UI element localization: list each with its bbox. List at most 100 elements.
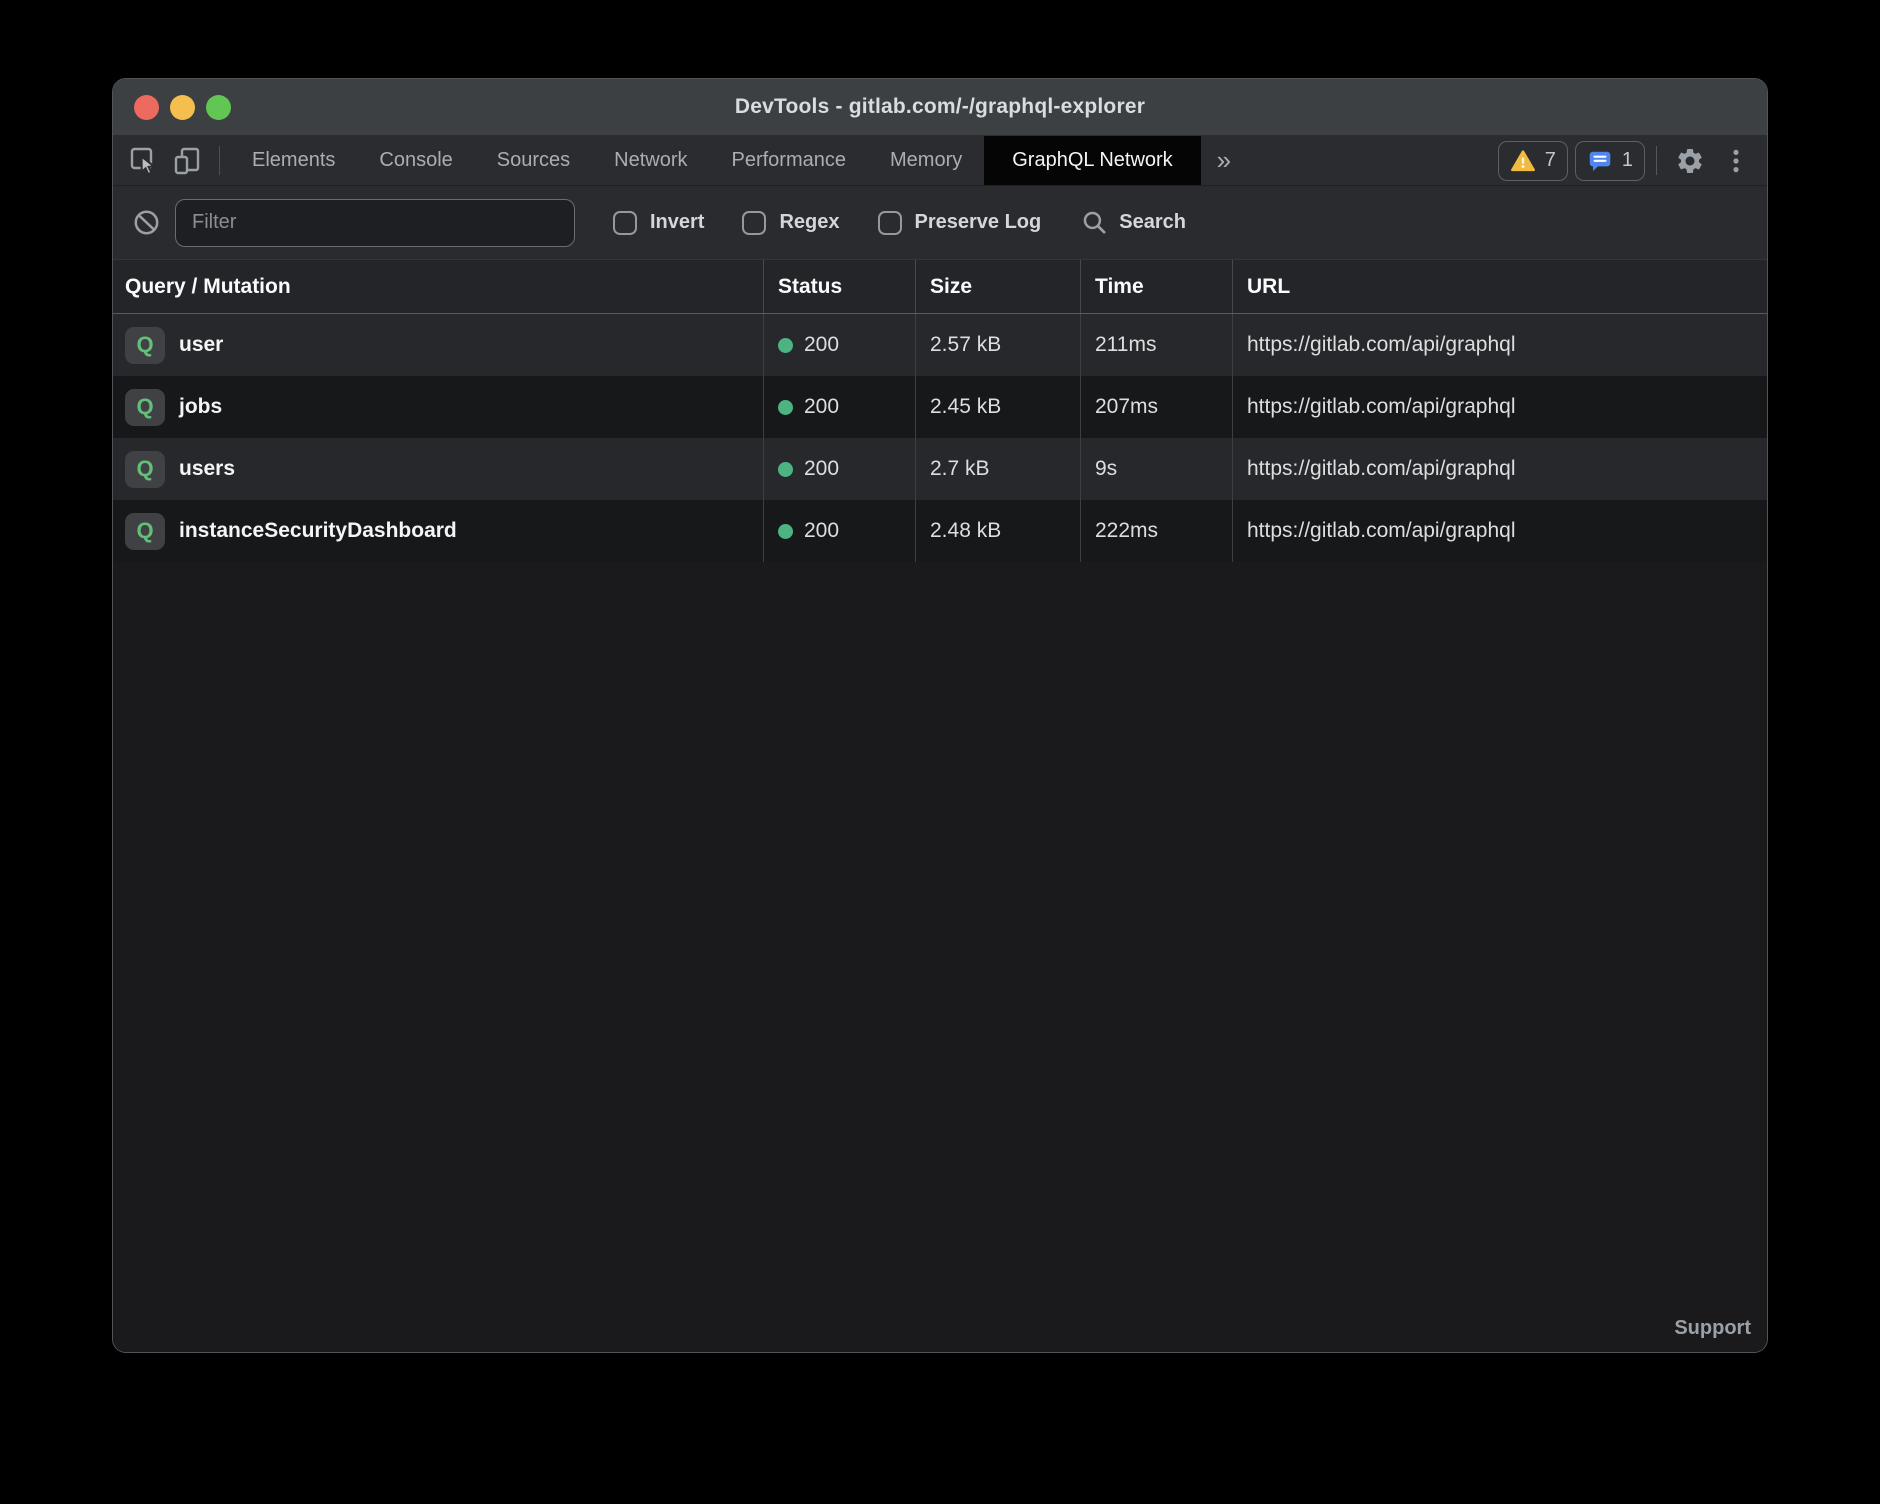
status-ok-dot <box>778 400 793 415</box>
response-time: 9s <box>1081 438 1233 500</box>
tab-performance[interactable]: Performance <box>710 136 869 185</box>
tab-console[interactable]: Console <box>357 136 474 185</box>
table-row[interactable]: Q users 200 2.7 kB 9s https://gitlab.com… <box>113 438 1767 500</box>
more-tabs-button[interactable]: » <box>1201 136 1247 185</box>
preserve-log-label[interactable]: Preserve Log <box>915 211 1042 234</box>
query-type-letter: Q <box>136 456 153 482</box>
response-size: 2.48 kB <box>916 500 1081 562</box>
warning-count: 7 <box>1545 149 1556 172</box>
settings-button[interactable] <box>1667 136 1713 185</box>
table-row[interactable]: Q user 200 2.57 kB 211ms https://gitlab.… <box>113 314 1767 376</box>
request-url: https://gitlab.com/api/graphql <box>1233 314 1767 376</box>
desktop: { "window": { "title": "DevTools - gitla… <box>0 0 1880 1504</box>
invert-filter-group: Invert <box>613 211 704 235</box>
tabbar-spacer <box>1247 136 1498 185</box>
column-header-query-mutation[interactable]: Query / Mutation <box>113 260 764 313</box>
status-code: 200 <box>804 457 839 481</box>
toolbar-divider <box>1656 146 1657 175</box>
inspect-element-button[interactable] <box>121 136 165 185</box>
status-ok-dot <box>778 338 793 353</box>
more-options-button[interactable] <box>1713 136 1759 185</box>
query-type-badge: Q <box>125 327 165 364</box>
issues-badge[interactable]: 1 <box>1575 141 1645 181</box>
response-size: 2.57 kB <box>916 314 1081 376</box>
status-cell: 200 <box>764 376 916 438</box>
query-type-badge: Q <box>125 389 165 426</box>
query-type-letter: Q <box>136 394 153 420</box>
request-url: https://gitlab.com/api/graphql <box>1233 376 1767 438</box>
warning-triangle-icon <box>1510 148 1536 174</box>
regex-label[interactable]: Regex <box>779 211 839 234</box>
kebab-menu-icon <box>1723 147 1749 175</box>
close-button[interactable] <box>134 95 159 120</box>
search-label: Search <box>1119 211 1186 234</box>
query-type-badge: Q <box>125 513 165 550</box>
status-cell: 200 <box>764 438 916 500</box>
search-button[interactable]: Search <box>1081 209 1186 236</box>
query-name-cell: Q user <box>113 314 764 376</box>
request-url: https://gitlab.com/api/graphql <box>1233 500 1767 562</box>
request-name: user <box>179 333 223 357</box>
query-name-cell: Q jobs <box>113 376 764 438</box>
gear-icon <box>1675 146 1705 176</box>
requests-table-body: Q user 200 2.57 kB 211ms https://gitlab.… <box>113 314 1767 562</box>
devtools-tabbar: Elements Console Sources Network Perform… <box>113 136 1767 186</box>
requests-table-header: Query / Mutation Status Size Time URL <box>113 259 1767 314</box>
window-title: DevTools - gitlab.com/-/graphql-explorer <box>735 95 1145 119</box>
requests-empty-area: Support <box>113 562 1767 1352</box>
block-icon <box>133 209 160 236</box>
response-time: 207ms <box>1081 376 1233 438</box>
query-type-letter: Q <box>136 518 153 544</box>
filter-input[interactable] <box>175 199 575 247</box>
inspect-cursor-icon <box>128 145 158 176</box>
status-ok-dot <box>778 462 793 477</box>
preserve-log-group: Preserve Log <box>878 211 1042 235</box>
regex-checkbox[interactable] <box>742 211 766 235</box>
invert-label[interactable]: Invert <box>650 211 704 234</box>
status-cell: 200 <box>764 314 916 376</box>
tab-network[interactable]: Network <box>592 136 709 185</box>
column-header-status[interactable]: Status <box>764 260 916 313</box>
response-size: 2.45 kB <box>916 376 1081 438</box>
search-icon <box>1081 209 1108 236</box>
table-row[interactable]: Q instanceSecurityDashboard 200 2.48 kB … <box>113 500 1767 562</box>
clear-requests-button[interactable] <box>133 209 160 236</box>
chevron-double-right-icon: » <box>1217 145 1231 176</box>
column-header-url[interactable]: URL <box>1233 260 1767 313</box>
tab-elements[interactable]: Elements <box>230 136 357 185</box>
traffic-lights <box>134 79 231 135</box>
table-row[interactable]: Q jobs 200 2.45 kB 207ms https://gitlab.… <box>113 376 1767 438</box>
column-header-time[interactable]: Time <box>1081 260 1233 313</box>
device-toolbar-button[interactable] <box>165 136 209 185</box>
query-type-letter: Q <box>136 332 153 358</box>
status-code: 200 <box>804 519 839 543</box>
titlebar: DevTools - gitlab.com/-/graphql-explorer <box>113 79 1767 136</box>
query-name-cell: Q instanceSecurityDashboard <box>113 500 764 562</box>
issue-count: 1 <box>1622 149 1633 172</box>
filter-toolbar: Invert Regex Preserve Log Search <box>113 186 1767 259</box>
regex-filter-group: Regex <box>742 211 839 235</box>
device-toolbar-icon <box>172 146 202 176</box>
query-name-cell: Q users <box>113 438 764 500</box>
status-code: 200 <box>804 333 839 357</box>
request-url: https://gitlab.com/api/graphql <box>1233 438 1767 500</box>
column-header-size[interactable]: Size <box>916 260 1081 313</box>
tab-memory[interactable]: Memory <box>868 136 984 185</box>
warnings-badge[interactable]: 7 <box>1498 141 1568 181</box>
invert-checkbox[interactable] <box>613 211 637 235</box>
request-name: users <box>179 457 235 481</box>
response-time: 222ms <box>1081 500 1233 562</box>
preserve-log-checkbox[interactable] <box>878 211 902 235</box>
minimize-button[interactable] <box>170 95 195 120</box>
status-ok-dot <box>778 524 793 539</box>
zoom-button[interactable] <box>206 95 231 120</box>
support-link[interactable]: Support <box>1674 1317 1751 1340</box>
toolbar-divider <box>219 146 220 175</box>
devtools-window: DevTools - gitlab.com/-/graphql-explorer… <box>112 78 1768 1353</box>
status-code: 200 <box>804 395 839 419</box>
status-cell: 200 <box>764 500 916 562</box>
tab-graphql-network[interactable]: GraphQL Network <box>984 136 1200 185</box>
message-bubble-icon <box>1587 148 1613 174</box>
tab-sources[interactable]: Sources <box>475 136 592 185</box>
request-name: instanceSecurityDashboard <box>179 519 457 543</box>
